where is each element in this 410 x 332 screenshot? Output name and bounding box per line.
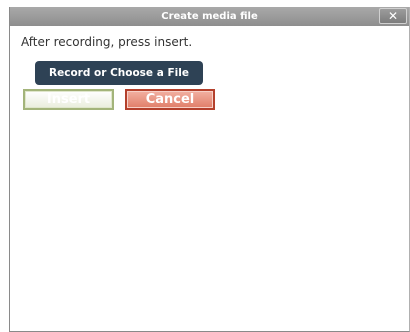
record-or-choose-file-button[interactable]: Record or Choose a File (35, 61, 203, 85)
close-button[interactable]: ✕ (379, 8, 407, 24)
cancel-button[interactable]: Cancel (125, 89, 215, 110)
insert-button[interactable]: Insert (23, 89, 114, 110)
dialog-titlebar[interactable]: Create media file ✕ (10, 7, 409, 26)
dialog-title: Create media file (161, 11, 258, 22)
instruction-text: After recording, press insert. (21, 35, 193, 49)
close-icon: ✕ (387, 9, 399, 23)
create-media-dialog: Create media file ✕ After recording, pre… (9, 7, 410, 332)
